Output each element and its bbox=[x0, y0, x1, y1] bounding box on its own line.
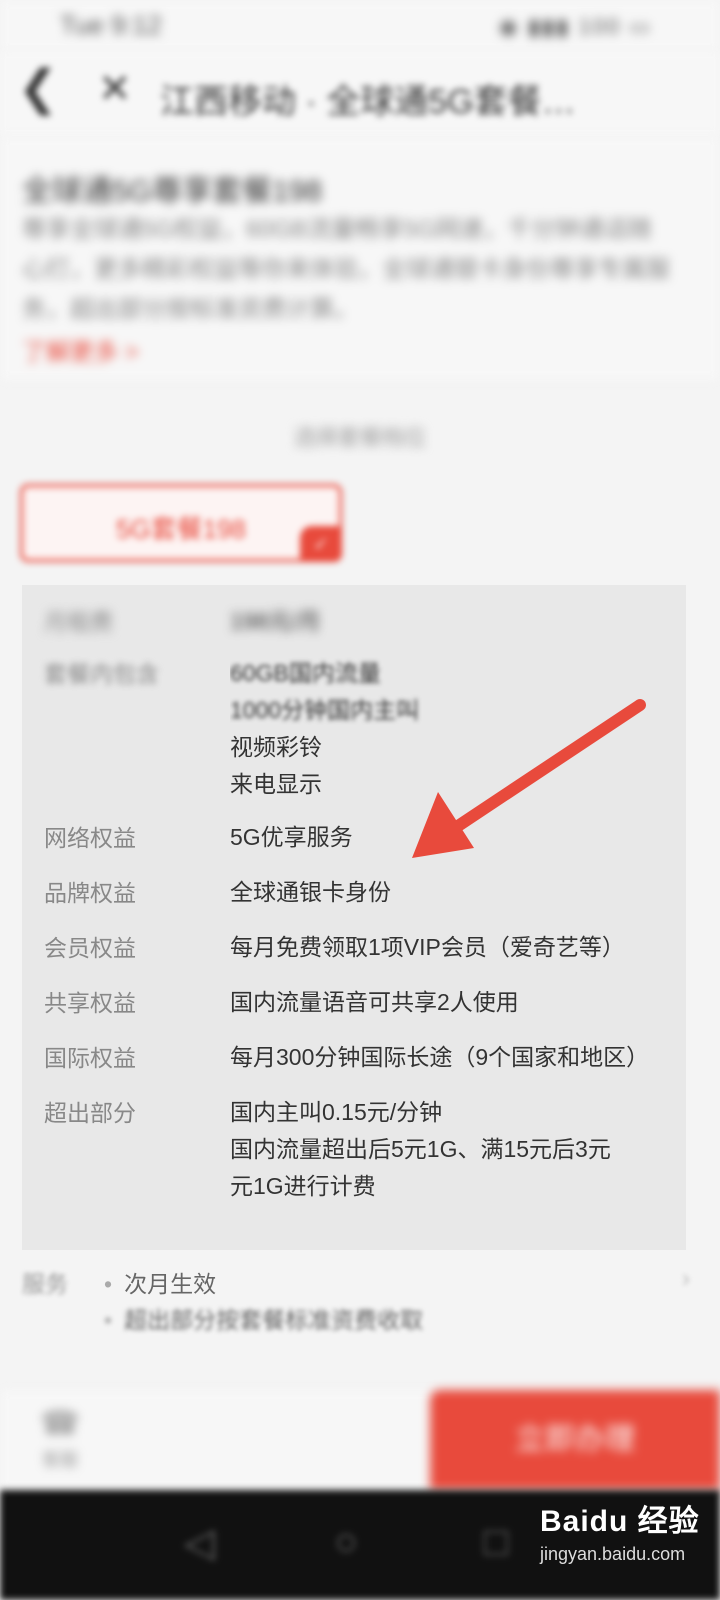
service-notes[interactable]: 服务 次月生效 超出部分按套餐标准资费收取 › bbox=[0, 1255, 720, 1355]
detail-value: 1000分钟国内主叫 bbox=[230, 697, 420, 723]
detail-label: 会员权益 bbox=[44, 935, 136, 961]
headset-icon: ☎ bbox=[40, 1405, 80, 1441]
service-item: 超出部分按套餐标准资费收取 bbox=[104, 1301, 423, 1335]
page-title: 江西移动 · 全球通5G套餐… bbox=[160, 83, 576, 121]
nav-recent-icon[interactable]: □ bbox=[484, 1520, 508, 1565]
detail-value: 198元/月 bbox=[230, 608, 321, 634]
detail-value: 每月300分钟国际长途（9个国家和地区） bbox=[230, 1044, 650, 1070]
detail-label: 套餐内包含 bbox=[44, 661, 159, 687]
detail-label: 共享权益 bbox=[44, 990, 136, 1016]
detail-value: 国内流量超出后5元1G、满15元后3元 bbox=[230, 1136, 611, 1162]
buy-now-button[interactable]: 立即办理 bbox=[430, 1390, 720, 1490]
nav-back-icon[interactable]: ◁ bbox=[184, 1520, 215, 1566]
check-icon: ✓ bbox=[300, 526, 342, 562]
detail-label: 网络权益 bbox=[44, 825, 136, 851]
chevron-right-icon[interactable]: › bbox=[682, 1265, 690, 1293]
nav-bar: ❮ ✕ 江西移动 · 全球通5G套餐… bbox=[0, 52, 720, 136]
customer-service-button[interactable]: ☎ 客服 bbox=[30, 1404, 90, 1472]
section-title: 选择套餐档位 bbox=[293, 425, 426, 450]
status-time: Tue 9:12 bbox=[60, 10, 162, 40]
product-name: 全球通5G尊享套餐198 bbox=[22, 175, 323, 208]
close-icon[interactable]: ✕ bbox=[98, 66, 132, 112]
product-intro: 全球通5G尊享套餐198 尊享全球通5G权益，60GB流量畅享5G网速，千分钟通… bbox=[0, 136, 720, 380]
baidu-watermark: Baidu 经验 jingyan.baidu.com bbox=[540, 1496, 710, 1596]
detail-value: 元1G进行计费 bbox=[230, 1173, 376, 1199]
plan-option-selected[interactable]: 5G套餐198 ✓ bbox=[20, 484, 342, 562]
detail-label: 国际权益 bbox=[44, 1045, 136, 1071]
detail-value: 60GB国内流量 bbox=[230, 660, 381, 686]
detail-value: 来电显示 bbox=[230, 771, 322, 797]
plan-details-card: 月租费 198元/月 套餐内包含 60GB国内流量 1000分钟国内主叫 视频彩… bbox=[22, 585, 686, 1250]
watermark-logo: Baidu 经验 bbox=[540, 1505, 700, 1538]
detail-value: 国内流量语音可共享2人使用 bbox=[230, 989, 519, 1015]
watermark-url: jingyan.baidu.com bbox=[540, 1544, 686, 1564]
detail-label: 品牌权益 bbox=[44, 880, 136, 906]
service-label: 服务 bbox=[22, 1271, 68, 1297]
bottom-action-bar: ☎ 客服 立即办理 bbox=[0, 1390, 720, 1490]
nav-home-icon[interactable]: ○ bbox=[334, 1520, 358, 1565]
status-icons: ◉ ▮▮▮ 100 ▭ bbox=[498, 14, 652, 39]
detail-value: 每月免费领取1项VIP会员（爱奇艺等） bbox=[230, 934, 625, 960]
service-item: 次月生效 bbox=[104, 1265, 216, 1299]
detail-label: 月租费 bbox=[44, 609, 113, 635]
detail-value: 国内主叫0.15元/分钟 bbox=[230, 1099, 443, 1125]
learn-more-link[interactable]: 了解更多 > bbox=[22, 332, 139, 367]
product-description: 尊享全球通5G权益，60GB流量畅享5G网速，千分钟通话随心打，更多精彩权益等你… bbox=[22, 216, 670, 323]
detail-value: 全球通银卡身份 bbox=[230, 879, 391, 905]
detail-value: 5G优享服务 bbox=[230, 824, 353, 850]
status-bar: Tue 9:12 ◉ ▮▮▮ 100 ▭ bbox=[0, 0, 720, 52]
plan-option-label: 5G套餐198 bbox=[115, 514, 247, 544]
back-icon[interactable]: ❮ bbox=[18, 60, 58, 116]
detail-label: 超出部分 bbox=[44, 1100, 136, 1126]
detail-value: 视频彩铃 bbox=[230, 734, 322, 760]
customer-service-label: 客服 bbox=[42, 1450, 78, 1470]
